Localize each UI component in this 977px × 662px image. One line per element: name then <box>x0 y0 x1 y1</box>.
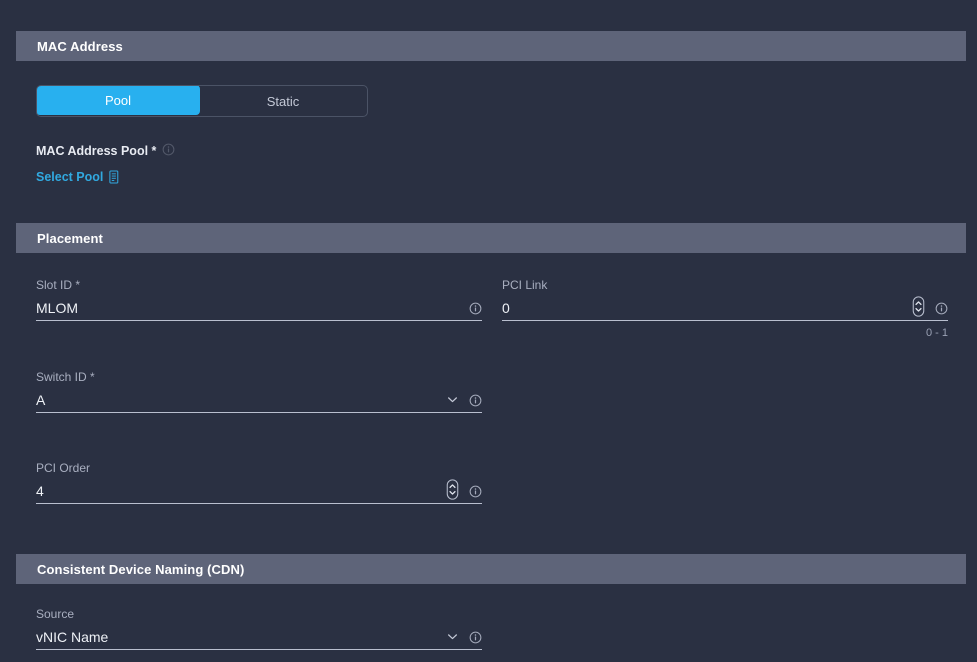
field-switch-id: Switch ID * A <box>36 370 482 413</box>
field-slot-id-value[interactable]: MLOM <box>36 299 459 317</box>
field-pci-order-value[interactable]: 4 <box>36 482 446 500</box>
chevron-down-icon[interactable] <box>446 393 459 406</box>
field-slot-id: Slot ID * MLOM <box>36 278 482 321</box>
mac-address-type-toggle[interactable]: Pool Static <box>36 85 368 117</box>
mac-address-pool-label-text: MAC Address Pool * <box>36 143 157 158</box>
field-slot-id-label: Slot ID * <box>36 278 81 292</box>
info-icon[interactable] <box>469 485 482 498</box>
field-pci-order: PCI Order 4 <box>36 461 482 504</box>
field-switch-id-value[interactable]: A <box>36 391 446 409</box>
info-icon[interactable] <box>469 631 482 644</box>
info-icon[interactable] <box>469 302 482 315</box>
section-header-mac-address: MAC Address <box>16 31 966 61</box>
chevron-down-icon[interactable] <box>446 630 459 643</box>
field-pci-order-label: PCI Order <box>36 461 91 475</box>
mac-address-pool-label: MAC Address Pool * <box>36 143 175 158</box>
select-pool-link-label: Select Pool <box>36 170 104 184</box>
toggle-option-static[interactable]: Static <box>199 86 367 116</box>
field-source: Source vNIC Name <box>36 607 482 650</box>
field-slot-id-row[interactable]: MLOM <box>36 297 482 321</box>
field-pci-link-value[interactable]: 0 <box>502 299 912 317</box>
toggle-option-pool[interactable]: Pool <box>37 86 200 115</box>
field-pci-order-row[interactable]: 4 <box>36 479 482 504</box>
select-pool-link[interactable]: Select Pool <box>36 170 120 184</box>
vnic-configuration-form: MAC Address Pool Static MAC Address Pool… <box>0 0 977 662</box>
field-pci-link: PCI Link 0 0 - 1 <box>502 278 948 339</box>
stepper-icon[interactable] <box>446 479 459 500</box>
field-pci-link-hint: 0 - 1 <box>925 327 948 339</box>
section-header-cdn: Consistent Device Naming (CDN) <box>16 554 966 584</box>
info-icon <box>163 143 175 156</box>
section-title-placement: Placement <box>37 230 103 246</box>
field-source-row[interactable]: vNIC Name <box>36 626 482 650</box>
field-pci-link-label: PCI Link <box>502 278 548 292</box>
stepper-icon[interactable] <box>912 296 925 317</box>
section-header-placement: Placement <box>16 223 966 253</box>
info-icon[interactable] <box>469 394 482 407</box>
field-switch-id-label: Switch ID * <box>36 370 95 384</box>
field-switch-id-row[interactable]: A <box>36 389 482 413</box>
field-pci-link-row[interactable]: 0 <box>502 296 948 321</box>
field-source-value[interactable]: vNIC Name <box>36 628 446 646</box>
section-title-mac-address: MAC Address <box>37 38 123 54</box>
toggle-option-pool-label: Pool <box>104 92 132 108</box>
field-source-label: Source <box>36 607 75 621</box>
toggle-option-static-label: Static <box>266 93 300 109</box>
info-icon[interactable] <box>935 302 948 315</box>
document-list-icon <box>109 170 119 184</box>
section-title-cdn: Consistent Device Naming (CDN) <box>37 561 245 577</box>
